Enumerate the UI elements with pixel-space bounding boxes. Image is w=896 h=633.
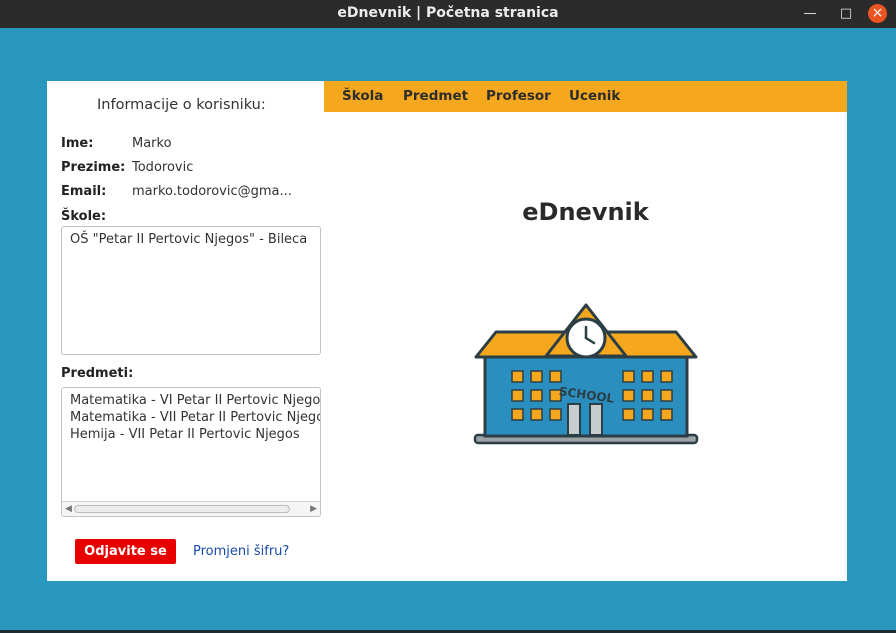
app-title: eDnevnik (522, 198, 649, 226)
scrollbar-thumb[interactable] (74, 505, 290, 513)
minimize-button[interactable]: — (800, 4, 820, 24)
horizontal-scrollbar[interactable]: ◀ ▶ (62, 501, 320, 516)
schools-label: Škole: (61, 209, 107, 224)
name-value: Marko (132, 136, 172, 151)
surname-label: Prezime: (61, 160, 126, 175)
schools-list[interactable]: OŠ "Petar II Pertovic Njegos" - Bileca (61, 226, 321, 355)
name-label: Ime: (61, 136, 94, 151)
email-value: marko.todorovic@gma... (132, 184, 292, 199)
menu-bar: Škola Predmet Profesor Ucenik (324, 81, 847, 112)
menu-item-profesor[interactable]: Profesor (486, 88, 551, 104)
scroll-right-icon[interactable]: ▶ (310, 502, 317, 516)
subjects-label: Predmeti: (61, 366, 134, 381)
close-button[interactable]: × (868, 4, 887, 23)
maximize-button[interactable]: □ (836, 4, 856, 24)
logout-button[interactable]: Odjavite se (75, 539, 176, 564)
user-info-heading: Informacije o korisniku: (97, 97, 266, 113)
menu-item-predmet[interactable]: Predmet (403, 88, 468, 104)
scroll-left-icon[interactable]: ◀ (65, 502, 72, 516)
window-titlebar: eDnevnik | Početna stranica — □ × (0, 0, 896, 28)
list-item[interactable]: OŠ "Petar II Pertovic Njegos" - Bileca (62, 231, 320, 248)
main-panel: Informacije o korisniku: Ime: Marko Prez… (47, 81, 847, 581)
email-label: Email: (61, 184, 107, 199)
list-item[interactable]: Hemija - VII Petar II Pertovic Njegos (62, 426, 320, 443)
surname-value: Todorovic (132, 160, 194, 175)
menu-item-ucenik[interactable]: Ucenik (569, 88, 620, 104)
menu-item-skola[interactable]: Škola (342, 88, 383, 104)
window-title: eDnevnik | Početna stranica (337, 5, 559, 21)
subjects-list[interactable]: Matematika - VI Petar II Pertovic Njegos… (61, 387, 321, 517)
list-item[interactable]: Matematika - VII Petar II Pertovic Njego… (62, 409, 320, 426)
list-item[interactable]: Matematika - VI Petar II Pertovic Njegos (62, 392, 320, 409)
change-password-link[interactable]: Promjeni šifru? (193, 544, 289, 559)
school-building-icon: SCHOOL (473, 303, 699, 445)
